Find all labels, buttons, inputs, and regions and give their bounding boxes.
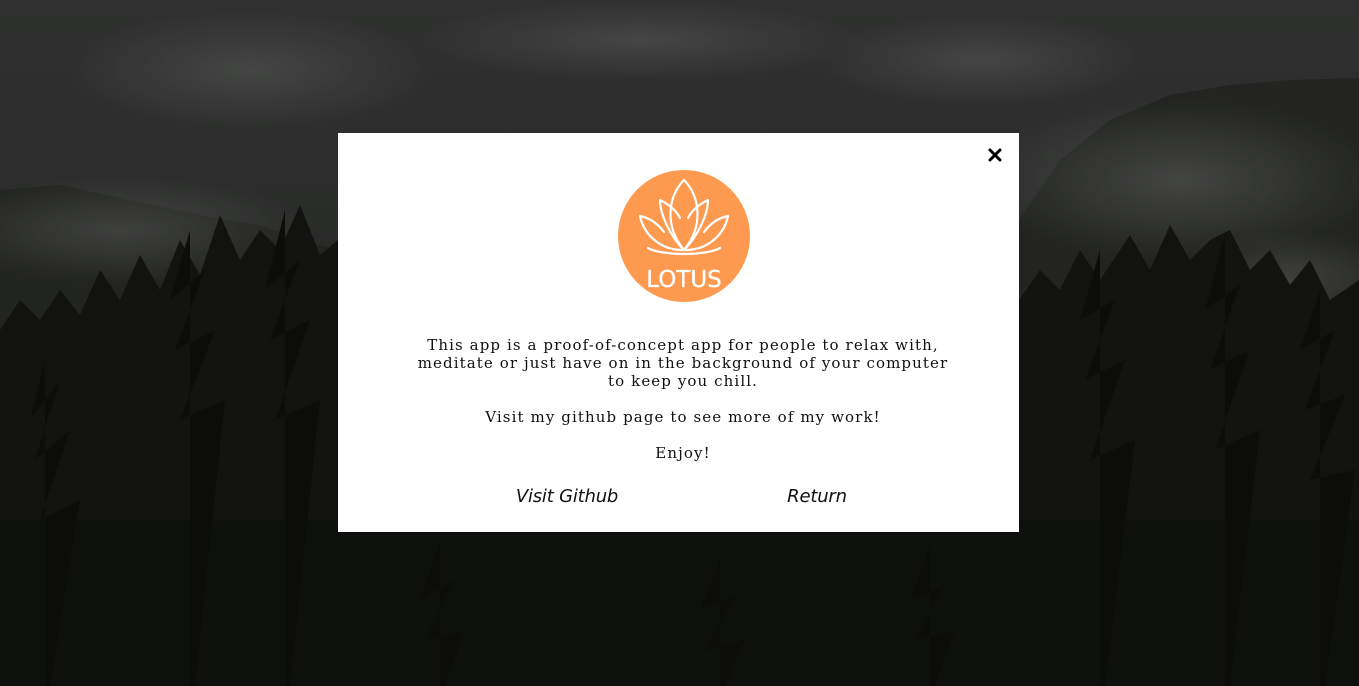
visit-github-button[interactable]: Visit Github [508,482,626,510]
github-note: Visit my github page to see more of my w… [485,408,881,426]
logo-text: LOTUS [646,267,722,293]
description: This app is a proof-of-concept app for p… [408,336,958,462]
enjoy-text: Enjoy! [655,444,711,462]
description-line: to keep you chill. [608,372,758,390]
lotus-logo: LOTUS [618,170,750,302]
close-icon[interactable] [986,146,1004,164]
description-line: This app is a proof-of-concept app for p… [427,336,939,354]
description-line: meditate or just have on in the backgrou… [417,354,949,372]
return-button[interactable]: Return [768,482,866,510]
about-modal: LOTUS This app is a proof-of-concept app… [338,133,1019,532]
